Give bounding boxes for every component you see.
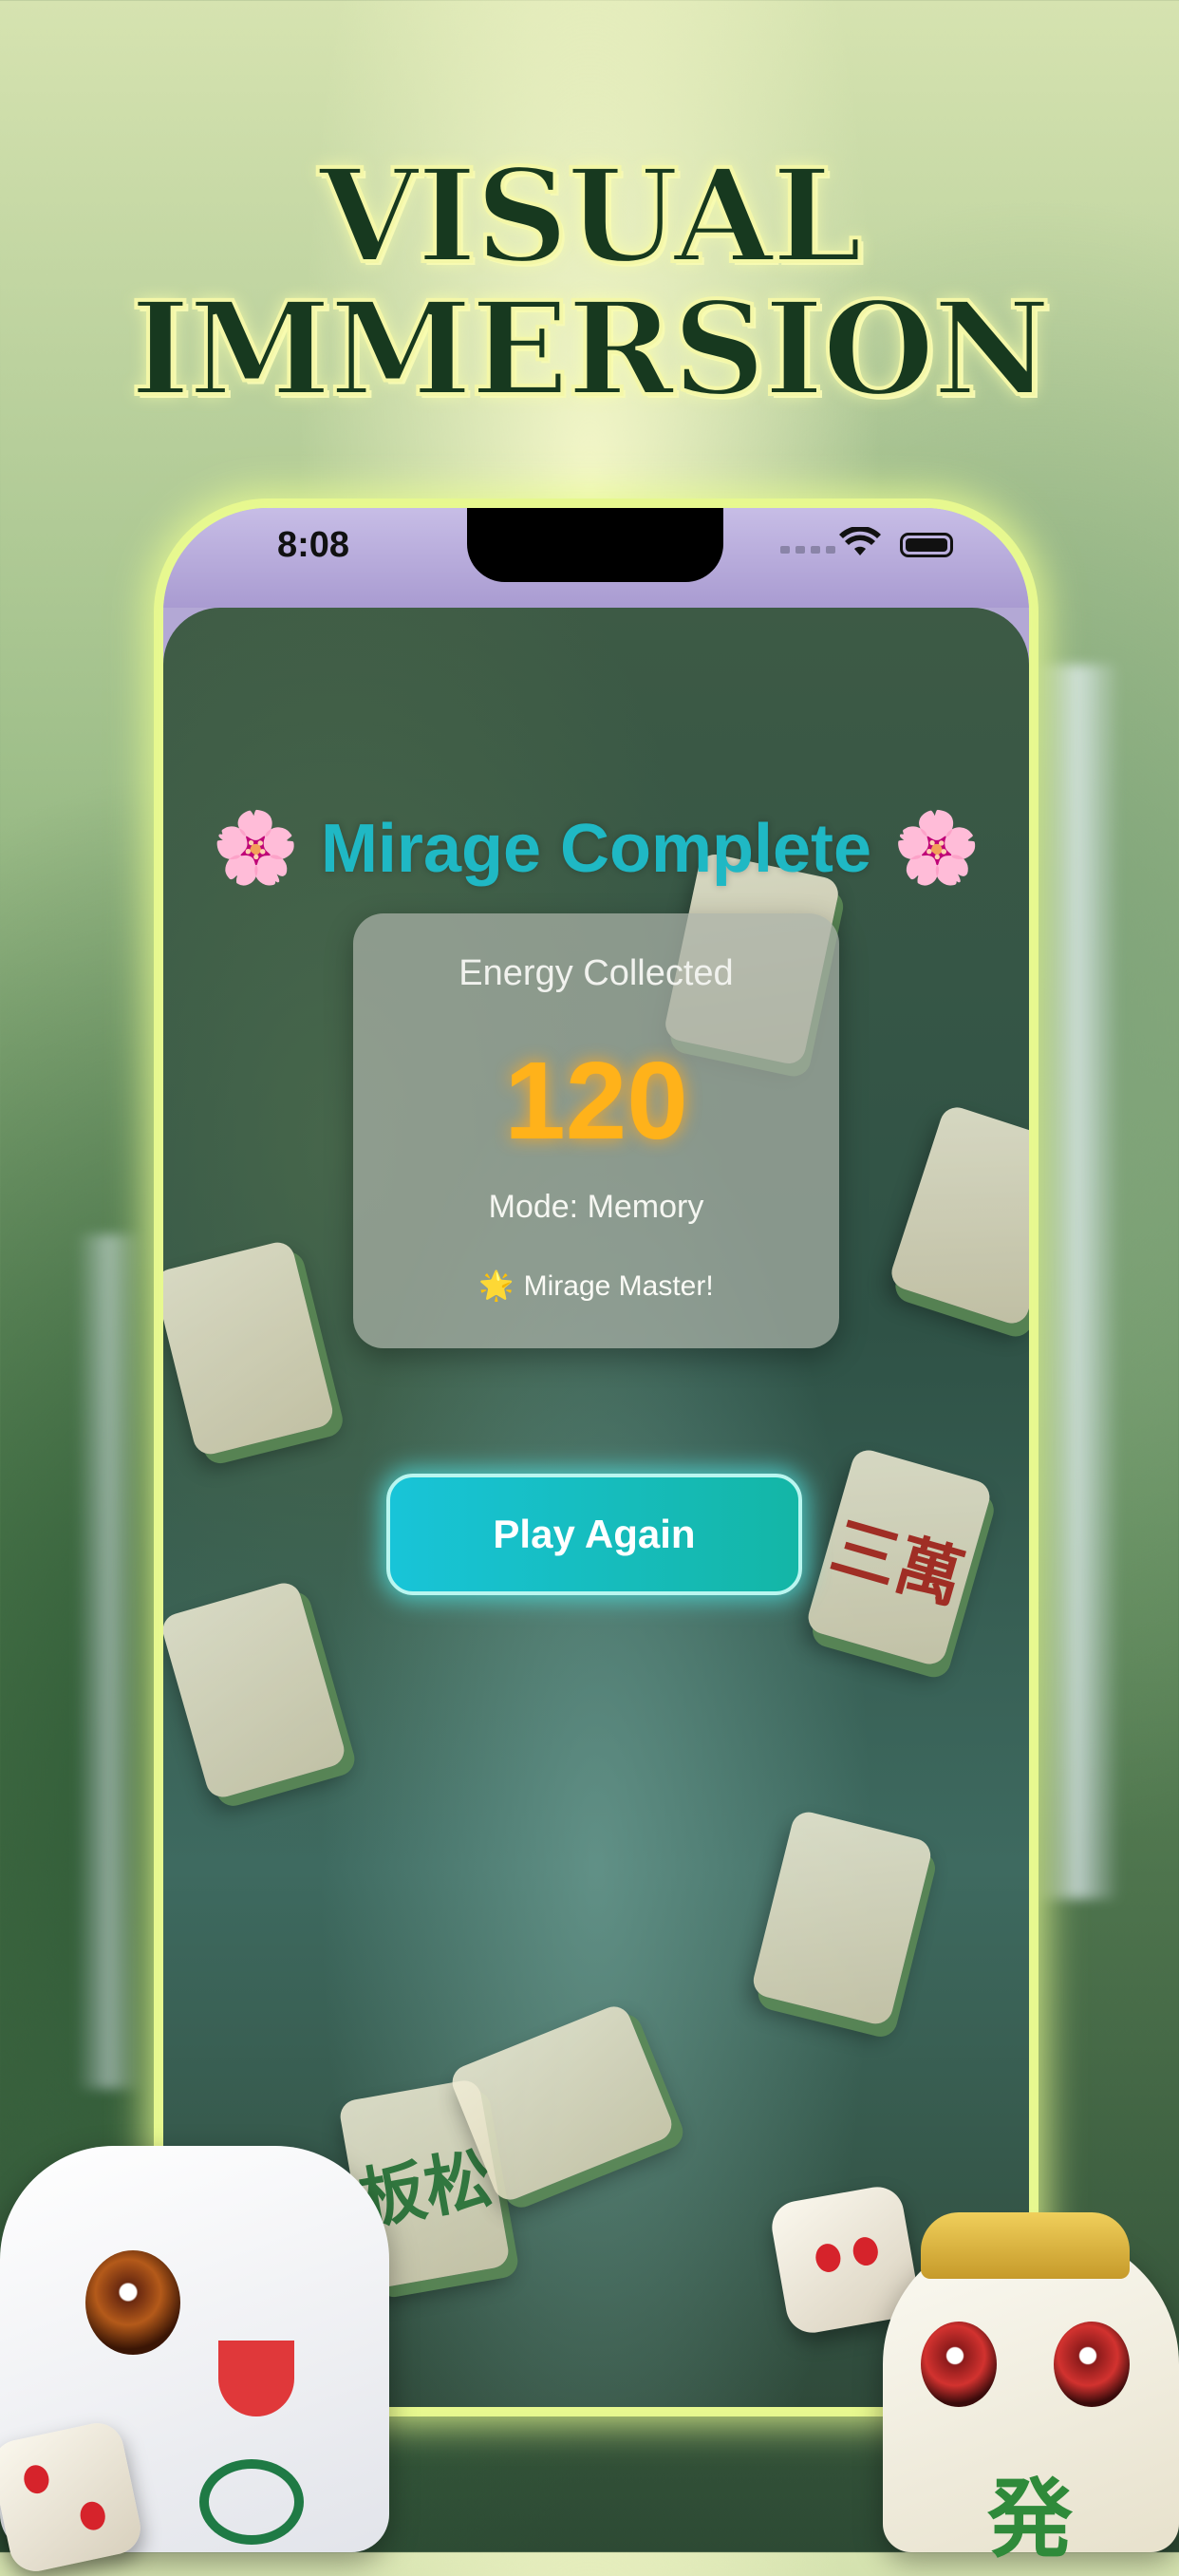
result-title: Mirage Complete bbox=[320, 810, 872, 887]
play-again-button[interactable]: Play Again bbox=[386, 1474, 802, 1595]
cherry-blossom-icon: 🌸 bbox=[212, 808, 300, 887]
battery-icon bbox=[900, 533, 953, 557]
mahjong-tile-decoration bbox=[887, 1102, 1029, 1328]
status-bar: 8:08 bbox=[163, 508, 1029, 608]
wifi-icon bbox=[839, 527, 881, 555]
mascot-eye bbox=[85, 2250, 180, 2355]
achievement-text: Mirage Master! bbox=[523, 1270, 714, 1302]
waterfall-decoration bbox=[1035, 665, 1120, 1899]
mascot-tile-character-right: 発 bbox=[883, 2212, 1179, 2569]
mahjong-tile-decoration bbox=[163, 1579, 348, 1801]
game-screen: 三萬 板松 🌸 Mirage Complete 🌸 Energy Collect… bbox=[163, 608, 1029, 2407]
result-card: Energy Collected 120 Mode: Memory 🌟 Mirag… bbox=[353, 913, 839, 1348]
energy-value: 120 bbox=[504, 1039, 688, 1162]
promo-headline-line1: VISUAL bbox=[317, 141, 865, 292]
mascot-eye bbox=[921, 2322, 997, 2407]
promo-headline-line2: IMMERSION bbox=[128, 273, 1053, 425]
status-time: 8:08 bbox=[277, 525, 350, 565]
mahjong-tile-decoration: 三萬 bbox=[804, 1446, 994, 1668]
circle-tile-icon bbox=[199, 2459, 304, 2545]
mascot-mouth bbox=[218, 2341, 294, 2416]
mahjong-tile-decoration bbox=[750, 1808, 934, 2028]
phone-frame: 8:08 三萬 板松 🌸 Mirage Complete 🌸 Energy Co… bbox=[163, 508, 1029, 2407]
mascot-eye bbox=[1054, 2322, 1130, 2407]
result-title-row: 🌸 Mirage Complete 🌸 bbox=[163, 807, 1029, 890]
waterfall-decoration bbox=[76, 1234, 142, 2089]
dynamic-island bbox=[467, 508, 723, 582]
mascot-glyph: 発 bbox=[987, 2469, 1073, 2569]
energy-label: Energy Collected bbox=[458, 953, 734, 993]
mascot-hat bbox=[921, 2212, 1130, 2279]
mode-text: Mode: Memory bbox=[488, 1189, 704, 1225]
cherry-blossom-icon: 🌸 bbox=[892, 808, 981, 887]
cellular-signal-icon bbox=[780, 546, 835, 554]
star-icon: 🌟 bbox=[478, 1270, 515, 1302]
achievement-badge: 🌟 Mirage Master! bbox=[353, 1269, 839, 1303]
mahjong-tile-decoration bbox=[163, 1238, 336, 1458]
